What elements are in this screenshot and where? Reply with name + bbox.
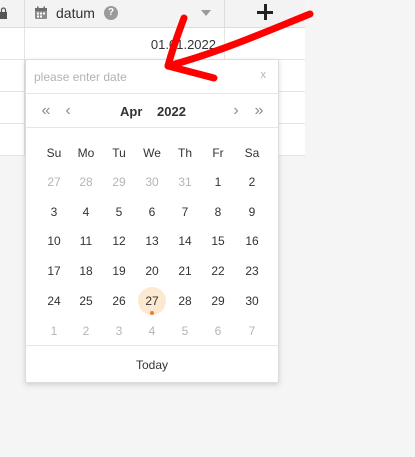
datepicker-popup: x « ‹ Apr 2022 › » SuMoTuWeThFrSa 272829… xyxy=(25,59,279,383)
day-cell[interactable]: 7 xyxy=(238,317,266,345)
calendar-icon xyxy=(35,6,47,19)
row-gutter xyxy=(0,92,25,123)
cell-value: 01.01.2022 xyxy=(150,37,216,52)
day-cell[interactable]: 25 xyxy=(72,287,100,315)
month-selector[interactable]: Apr xyxy=(120,104,142,119)
day-cell[interactable]: 13 xyxy=(138,227,166,255)
date-cell[interactable]: 01.01.2022 xyxy=(25,28,225,59)
day-cell[interactable]: 6 xyxy=(204,317,232,345)
day-cell[interactable]: 10 xyxy=(40,227,68,255)
row-gutter xyxy=(0,28,25,59)
day-cell[interactable]: 1 xyxy=(40,317,68,345)
row-header-cell xyxy=(0,0,25,28)
day-cell[interactable]: 12 xyxy=(105,227,133,255)
day-cell[interactable]: 14 xyxy=(171,227,199,255)
day-cell[interactable]: 30 xyxy=(138,168,166,196)
add-column-button[interactable] xyxy=(225,0,305,28)
month-navigation: « ‹ Apr 2022 › » xyxy=(26,94,278,128)
day-cell[interactable]: 6 xyxy=(138,198,166,226)
day-cell[interactable]: 24 xyxy=(40,287,68,315)
prev-year-button[interactable]: « xyxy=(38,101,54,121)
day-cell[interactable]: 4 xyxy=(138,317,166,345)
day-cell[interactable]: 20 xyxy=(138,257,166,285)
prev-month-button[interactable]: ‹ xyxy=(60,101,76,121)
day-cell[interactable]: 26 xyxy=(105,287,133,315)
day-cell[interactable]: 7 xyxy=(171,198,199,226)
date-input-row: x xyxy=(26,60,278,94)
day-cell[interactable]: 15 xyxy=(204,227,232,255)
row-gutter xyxy=(0,60,25,91)
day-cell[interactable]: 30 xyxy=(238,287,266,315)
header-row: datum ? xyxy=(0,0,305,28)
lock-icon xyxy=(0,7,7,19)
day-cell[interactable]: 16 xyxy=(238,227,266,255)
day-cell[interactable]: 29 xyxy=(105,168,133,196)
column-title: datum xyxy=(56,5,95,21)
day-cell[interactable]: 18 xyxy=(72,257,100,285)
next-month-button[interactable]: › xyxy=(228,101,244,121)
column-header-datum[interactable]: datum ? xyxy=(25,0,225,28)
day-cell[interactable]: 31 xyxy=(171,168,199,196)
day-cell-today[interactable]: 27 xyxy=(138,287,166,315)
weekday-label: Fr xyxy=(212,146,224,160)
day-cell[interactable]: 2 xyxy=(238,168,266,196)
day-cell[interactable]: 21 xyxy=(171,257,199,285)
weekday-label: Tu xyxy=(112,146,126,160)
day-cell[interactable]: 1 xyxy=(204,168,232,196)
day-cell[interactable]: 17 xyxy=(40,257,68,285)
clear-button[interactable]: x xyxy=(261,69,267,81)
day-cell[interactable]: 4 xyxy=(72,198,100,226)
next-year-button[interactable]: » xyxy=(251,101,267,121)
day-cell[interactable]: 5 xyxy=(171,317,199,345)
day-cell[interactable]: 23 xyxy=(238,257,266,285)
weekday-label: Su xyxy=(46,146,62,160)
day-cell[interactable]: 2 xyxy=(72,317,100,345)
day-cell[interactable]: 29 xyxy=(204,287,232,315)
row-gutter xyxy=(0,124,25,155)
dropdown-icon[interactable] xyxy=(201,10,211,16)
day-cell[interactable]: 8 xyxy=(204,198,232,226)
day-cell[interactable]: 27 xyxy=(40,168,68,196)
table-row[interactable]: 01.01.2022 xyxy=(0,28,305,60)
weekday-label: We xyxy=(143,146,161,160)
plus-icon xyxy=(257,4,273,20)
date-input[interactable] xyxy=(34,68,254,86)
today-indicator-dot xyxy=(150,311,154,315)
day-cell[interactable]: 9 xyxy=(238,198,266,226)
day-cell[interactable]: 5 xyxy=(105,198,133,226)
weekday-label: Sa xyxy=(244,146,260,160)
year-selector[interactable]: 2022 xyxy=(157,104,186,119)
help-icon[interactable]: ? xyxy=(104,6,118,20)
weekday-label: Mo xyxy=(77,146,95,160)
day-cell[interactable]: 28 xyxy=(171,287,199,315)
day-cell[interactable]: 3 xyxy=(40,198,68,226)
day-cell[interactable]: 11 xyxy=(72,227,100,255)
day-cell[interactable]: 3 xyxy=(105,317,133,345)
day-cell[interactable]: 19 xyxy=(105,257,133,285)
weekday-label: Th xyxy=(177,146,192,160)
today-button[interactable]: Today xyxy=(26,358,278,372)
day-cell[interactable]: 28 xyxy=(72,168,100,196)
day-cell[interactable]: 22 xyxy=(204,257,232,285)
datepicker-footer: Today xyxy=(26,345,278,383)
